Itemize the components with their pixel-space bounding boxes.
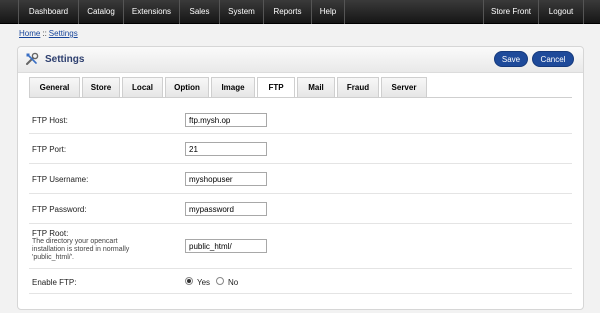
page-title: Settings <box>45 54 85 65</box>
ftp-password-input[interactable] <box>185 202 267 216</box>
breadcrumb-home[interactable]: Home <box>19 29 40 38</box>
tab-option[interactable]: Option <box>165 77 209 97</box>
menu-system[interactable]: System <box>220 0 264 24</box>
tab-local[interactable]: Local <box>122 77 163 97</box>
ftp-host-input[interactable] <box>185 113 267 127</box>
tab-divider <box>29 97 572 98</box>
enable-ftp-no-label[interactable]: No <box>228 278 238 287</box>
enable-ftp-no-radio[interactable] <box>216 277 224 285</box>
menu-help[interactable]: Help <box>312 0 345 24</box>
tab-fraud[interactable]: Fraud <box>337 77 379 97</box>
ftp-root-help: The directory your opencart installation… <box>32 238 130 261</box>
panel-header: Settings Save Cancel <box>18 47 583 73</box>
breadcrumb: Home:: Settings <box>19 29 78 38</box>
menu-logout[interactable]: Logout <box>538 0 584 24</box>
settings-tabs: General Store Local Option Image FTP Mai… <box>29 77 572 98</box>
enable-ftp-yes-radio[interactable] <box>185 277 193 285</box>
menu-sales[interactable]: Sales <box>180 0 220 24</box>
menu-dashboard[interactable]: Dashboard <box>18 0 79 24</box>
ftp-port-input[interactable] <box>185 142 267 156</box>
menu-store-front[interactable]: Store Front <box>483 0 538 24</box>
save-button[interactable]: Save <box>494 51 528 67</box>
menu-extensions[interactable]: Extensions <box>124 0 180 24</box>
tab-image[interactable]: Image <box>211 77 255 97</box>
tab-ftp[interactable]: FTP <box>257 77 295 98</box>
breadcrumb-settings[interactable]: Settings <box>49 29 78 38</box>
enable-ftp-yes-label[interactable]: Yes <box>197 278 210 287</box>
enable-ftp-label: Enable FTP: <box>32 278 77 287</box>
form-row-ftp-password: FTP Password: <box>29 194 572 224</box>
ftp-port-label: FTP Port: <box>32 145 67 154</box>
breadcrumb-separator: :: <box>42 29 47 38</box>
ftp-host-label: FTP Host: <box>32 116 68 125</box>
top-menu-bar: Dashboard Catalog Extensions Sales Syste… <box>0 0 600 24</box>
form-row-ftp-username: FTP Username: <box>29 164 572 194</box>
tab-general[interactable]: General <box>29 77 80 97</box>
ftp-root-input[interactable] <box>185 239 267 253</box>
tab-store[interactable]: Store <box>82 77 120 97</box>
ftp-root-label: FTP Root: <box>32 229 69 238</box>
tab-mail[interactable]: Mail <box>297 77 335 97</box>
form-row-ftp-port: FTP Port: <box>29 134 572 164</box>
menu-reports[interactable]: Reports <box>264 0 312 24</box>
cancel-button[interactable]: Cancel <box>532 51 574 67</box>
ftp-password-label: FTP Password: <box>32 205 87 214</box>
ftp-username-input[interactable] <box>185 172 267 186</box>
tab-server[interactable]: Server <box>381 77 427 97</box>
settings-panel: Settings Save Cancel General Store Local… <box>17 46 584 310</box>
menu-catalog[interactable]: Catalog <box>79 0 124 24</box>
form-row-enable-ftp: Enable FTP: Yes No <box>29 269 572 294</box>
form-row-ftp-host: FTP Host: <box>29 106 572 134</box>
form-row-ftp-root: FTP Root: The directory your opencart in… <box>29 224 572 269</box>
ftp-username-label: FTP Username: <box>32 175 89 184</box>
tools-icon <box>26 52 39 65</box>
